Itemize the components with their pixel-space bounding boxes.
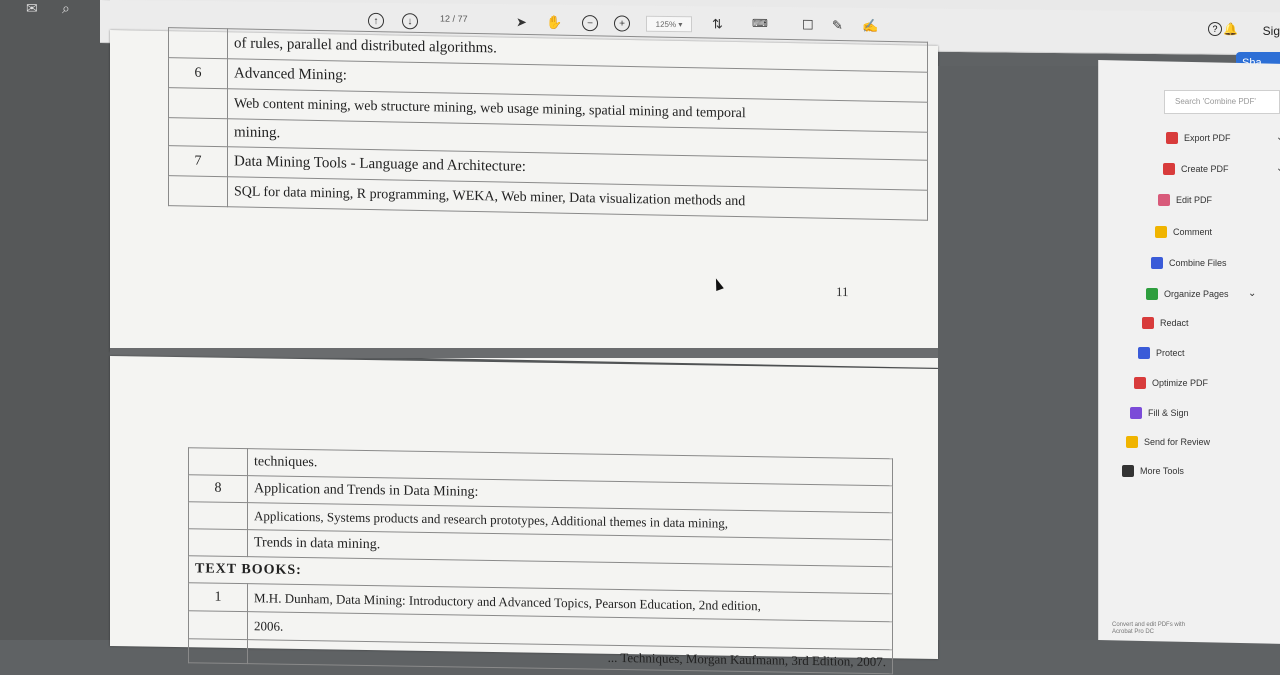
more-tools-icon: [1122, 465, 1134, 477]
tool-label: Comment: [1173, 227, 1213, 237]
tool-label: Create PDF: [1181, 164, 1229, 174]
tool-item[interactable]: Combine Files: [1151, 257, 1227, 269]
notification-bell-icon[interactable]: 🔔: [1223, 22, 1238, 36]
comment-icon: [1155, 226, 1167, 238]
row-number: [188, 501, 248, 530]
tool-item[interactable]: Comment: [1155, 226, 1212, 238]
tool-item[interactable]: Send for Review: [1126, 436, 1210, 448]
help-icon[interactable]: ?: [1208, 22, 1222, 36]
book-number: [188, 638, 248, 664]
row-number: [168, 175, 228, 207]
keyboard-icon[interactable]: ⌨: [752, 17, 768, 30]
next-page-icon[interactable]: ↓: [402, 13, 418, 30]
row-number: 8: [188, 474, 248, 503]
pdf-page-12: techniques. 8 Application and Trends in …: [110, 356, 938, 674]
syllabus-table-1: of rules, parallel and distributed algor…: [168, 27, 928, 221]
tool-label: More Tools: [1140, 466, 1184, 476]
row-number: [168, 87, 228, 119]
page-total: 77: [457, 13, 468, 24]
tool-item[interactable]: More Tools: [1122, 465, 1184, 477]
zoom-level-select[interactable]: 125% ▾: [646, 15, 692, 33]
send-review-icon: [1126, 436, 1138, 448]
organize-pages-icon: [1146, 288, 1158, 300]
tool-label: Edit PDF: [1176, 195, 1213, 205]
row-number: [168, 27, 228, 59]
row-number: [168, 117, 228, 147]
tool-label: Send for Review: [1144, 437, 1211, 447]
tool-label: Fill & Sign: [1148, 408, 1189, 418]
tool-label: Combine Files: [1169, 258, 1227, 268]
protect-icon: [1138, 347, 1150, 359]
fill-sign-icon: [1130, 407, 1142, 419]
tool-item[interactable]: Protect: [1138, 347, 1185, 359]
tool-item[interactable]: Fill & Sign: [1130, 407, 1189, 419]
chevron-down-icon[interactable]: ⌄: [1276, 163, 1280, 174]
page-number: 11: [836, 283, 849, 300]
acrobat-promo-text[interactable]: Convert and edit PDFs with Acrobat Pro D…: [1112, 622, 1202, 636]
sign-in-link[interactable]: Sig: [1263, 24, 1280, 38]
row-number: [188, 528, 248, 557]
chevron-down-icon[interactable]: ⌄: [1248, 288, 1256, 299]
edit-pdf-icon: [1158, 194, 1170, 206]
tool-item[interactable]: Optimize PDF: [1134, 377, 1208, 389]
syllabus-table-2: techniques. 8 Application and Trends in …: [188, 447, 893, 674]
sign-icon[interactable]: ✍: [862, 18, 878, 34]
page-current[interactable]: 12: [440, 14, 450, 24]
tool-label: Redact: [1160, 318, 1189, 328]
envelope-icon[interactable]: ✉: [26, 0, 38, 17]
zoom-out-icon[interactable]: −: [582, 15, 598, 32]
select-tool-icon[interactable]: ➤: [516, 14, 527, 30]
zoom-value: 125%: [655, 19, 677, 29]
tool-item[interactable]: Export PDF ⌄: [1166, 132, 1280, 144]
previous-page-icon[interactable]: ↑: [368, 12, 384, 29]
tool-item[interactable]: Organize Pages ⌄: [1146, 288, 1256, 300]
page-indicator[interactable]: 12 / 77: [440, 14, 468, 24]
tools-panel: [1098, 60, 1280, 644]
search-icon[interactable]: ⌕: [62, 0, 70, 17]
tools-search-input[interactable]: Search 'Combine PDF': [1164, 90, 1280, 114]
page-separator-gap: [110, 348, 938, 358]
help-label: ?: [1212, 24, 1218, 34]
tool-label: Optimize PDF: [1152, 378, 1209, 388]
redact-icon: [1142, 317, 1154, 329]
chevron-down-icon[interactable]: ⌄: [1276, 132, 1280, 143]
hand-tool-icon[interactable]: ✋: [546, 15, 562, 31]
tool-label: Protect: [1156, 348, 1185, 358]
export-pdf-icon: [1166, 132, 1178, 144]
page-separator: /: [452, 13, 456, 24]
book-number: 1: [188, 582, 248, 612]
tool-item[interactable]: Create PDF ⌄: [1163, 163, 1280, 175]
page-fit-icon[interactable]: ⇅: [712, 16, 723, 32]
tool-item[interactable]: Redact: [1142, 317, 1189, 329]
create-pdf-icon: [1163, 163, 1175, 175]
optimize-pdf-icon: [1134, 377, 1146, 389]
search-placeholder: Search 'Combine PDF': [1175, 97, 1256, 106]
pen-icon[interactable]: ✎: [832, 18, 843, 34]
row-number: 6: [168, 57, 228, 89]
row-number: [188, 447, 248, 476]
tool-label: Export PDF: [1184, 133, 1231, 143]
left-navigation-bar: ✉ ⌕: [0, 0, 110, 640]
tool-item[interactable]: Edit PDF: [1158, 194, 1212, 206]
row-number: 7: [168, 145, 228, 177]
pdf-page-11: of rules, parallel and distributed algor…: [110, 27, 938, 368]
comment-tool-icon[interactable]: ☐: [802, 17, 814, 33]
tool-label: Organize Pages: [1164, 289, 1229, 299]
book-number: [188, 610, 248, 640]
combine-files-icon: [1151, 257, 1163, 269]
zoom-in-icon[interactable]: +: [614, 15, 630, 32]
